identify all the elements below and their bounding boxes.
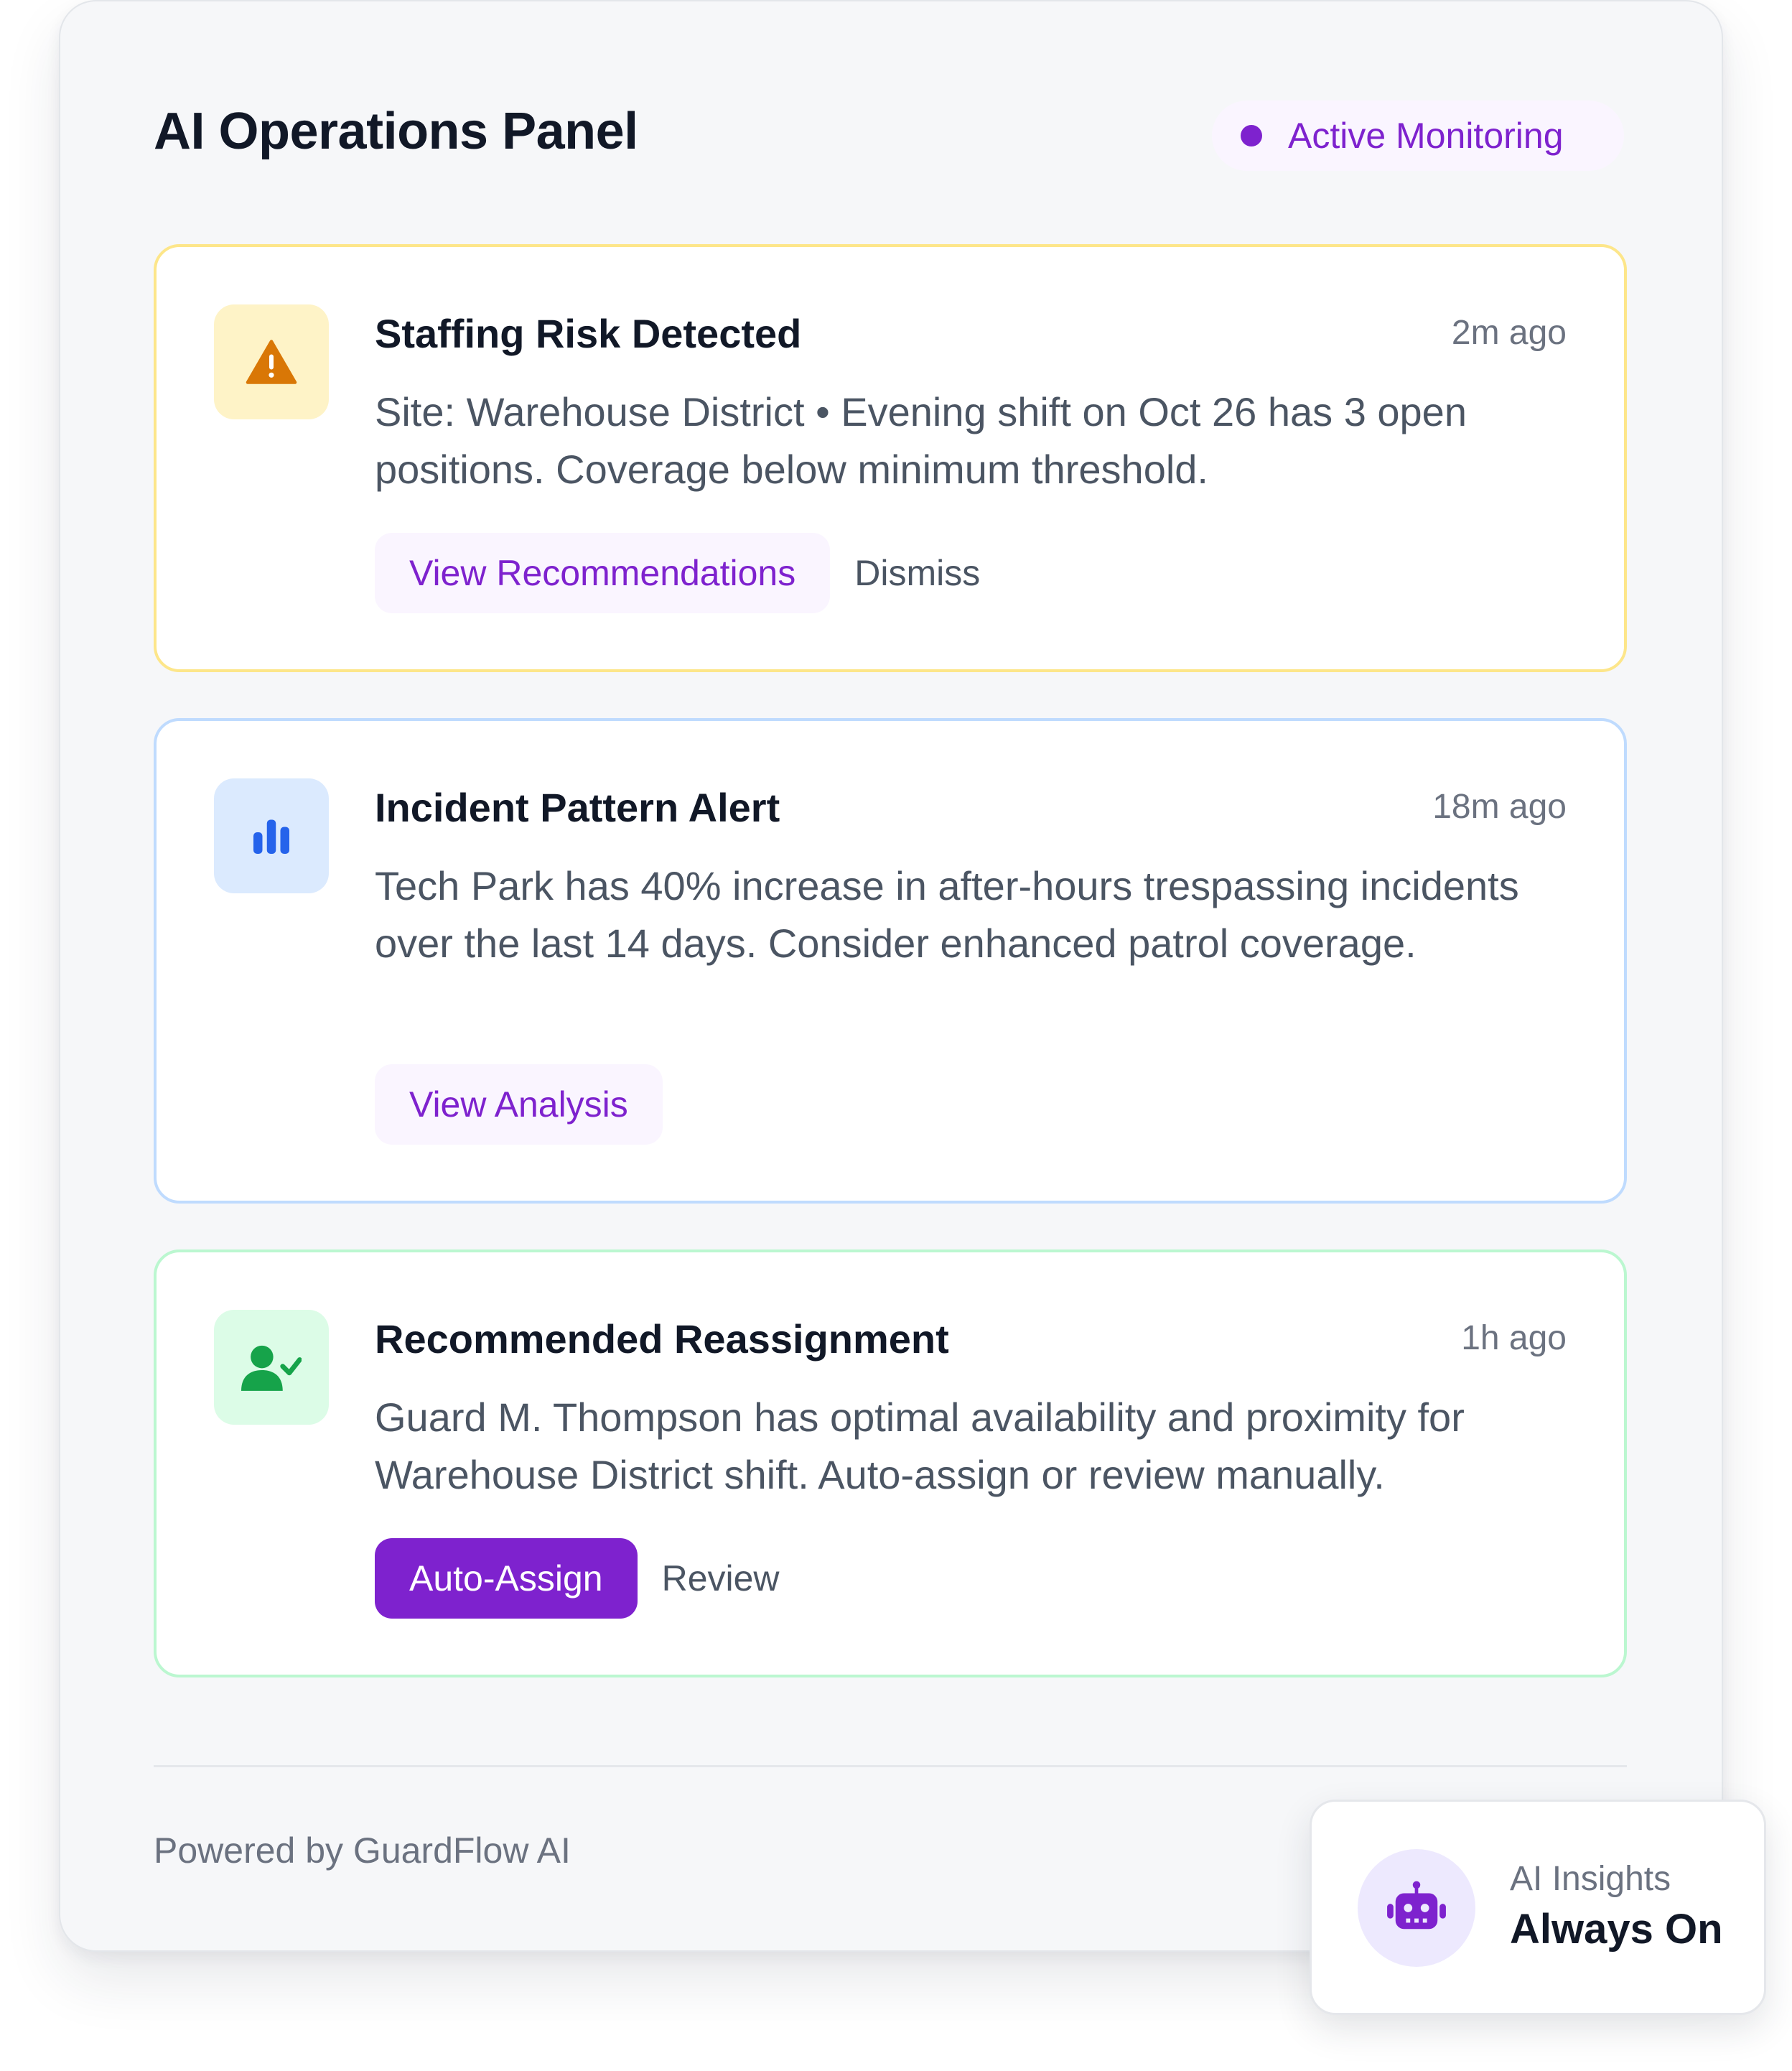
card-title: Incident Pattern Alert [375,785,780,830]
ai-insights-label: AI Insights [1510,1860,1671,1898]
alert-card-incident-pattern: Incident Pattern Alert 18m ago Tech Park… [154,718,1627,1204]
ai-insights-widget[interactable]: AI Insights Always On [1310,1800,1766,2015]
bar-chart-icon [253,819,289,854]
card-description: Tech Park has 40% increase in after-hour… [375,863,1519,966]
card-timestamp: 1h ago [1461,1319,1567,1357]
warning-triangle-icon [246,340,297,384]
dismiss-button[interactable]: Dismiss [854,552,980,594]
status-dot-icon [1241,125,1262,146]
card-actions: View Analysis [375,1064,663,1145]
panel-title: AI Operations Panel [154,103,638,160]
card-description: Site: Warehouse District • Evening shift… [375,389,1467,492]
ai-insights-status: Always On [1510,1906,1723,1953]
auto-assign-button[interactable]: Auto-Assign [375,1538,638,1619]
status-badge: Active Monitoring [1212,101,1624,171]
card-title: Staffing Risk Detected [375,311,802,356]
card-timestamp: 18m ago [1432,788,1567,826]
user-check-icon [241,1345,302,1391]
robot-avatar [1358,1849,1475,1967]
status-badge-label: Active Monitoring [1288,116,1564,156]
card-description: Guard M. Thompson has optimal availabili… [375,1395,1465,1497]
alert-card-staffing-risk: Staffing Risk Detected 2m ago Site: Ware… [154,244,1627,672]
robot-icon [1387,1881,1446,1930]
ai-operations-panel: AI Operations Panel Active Monitoring St… [59,0,1723,1952]
view-analysis-button[interactable]: View Analysis [375,1064,663,1145]
chart-icon-box [214,778,329,893]
card-timestamp: 2m ago [1451,314,1567,352]
alert-card-reassignment: Recommended Reassignment 1h ago Guard M.… [154,1249,1627,1677]
user-check-icon-box [214,1310,329,1425]
review-button[interactable]: Review [662,1558,780,1599]
warning-icon-box [214,304,329,419]
card-actions: Auto-Assign Review [375,1538,780,1619]
card-title: Recommended Reassignment [375,1316,949,1362]
view-recommendations-button[interactable]: View Recommendations [375,533,831,613]
card-actions: View Recommendations Dismiss [375,533,980,613]
powered-by-text: Powered by GuardFlow AI [154,1830,571,1871]
footer-divider [154,1765,1627,1767]
